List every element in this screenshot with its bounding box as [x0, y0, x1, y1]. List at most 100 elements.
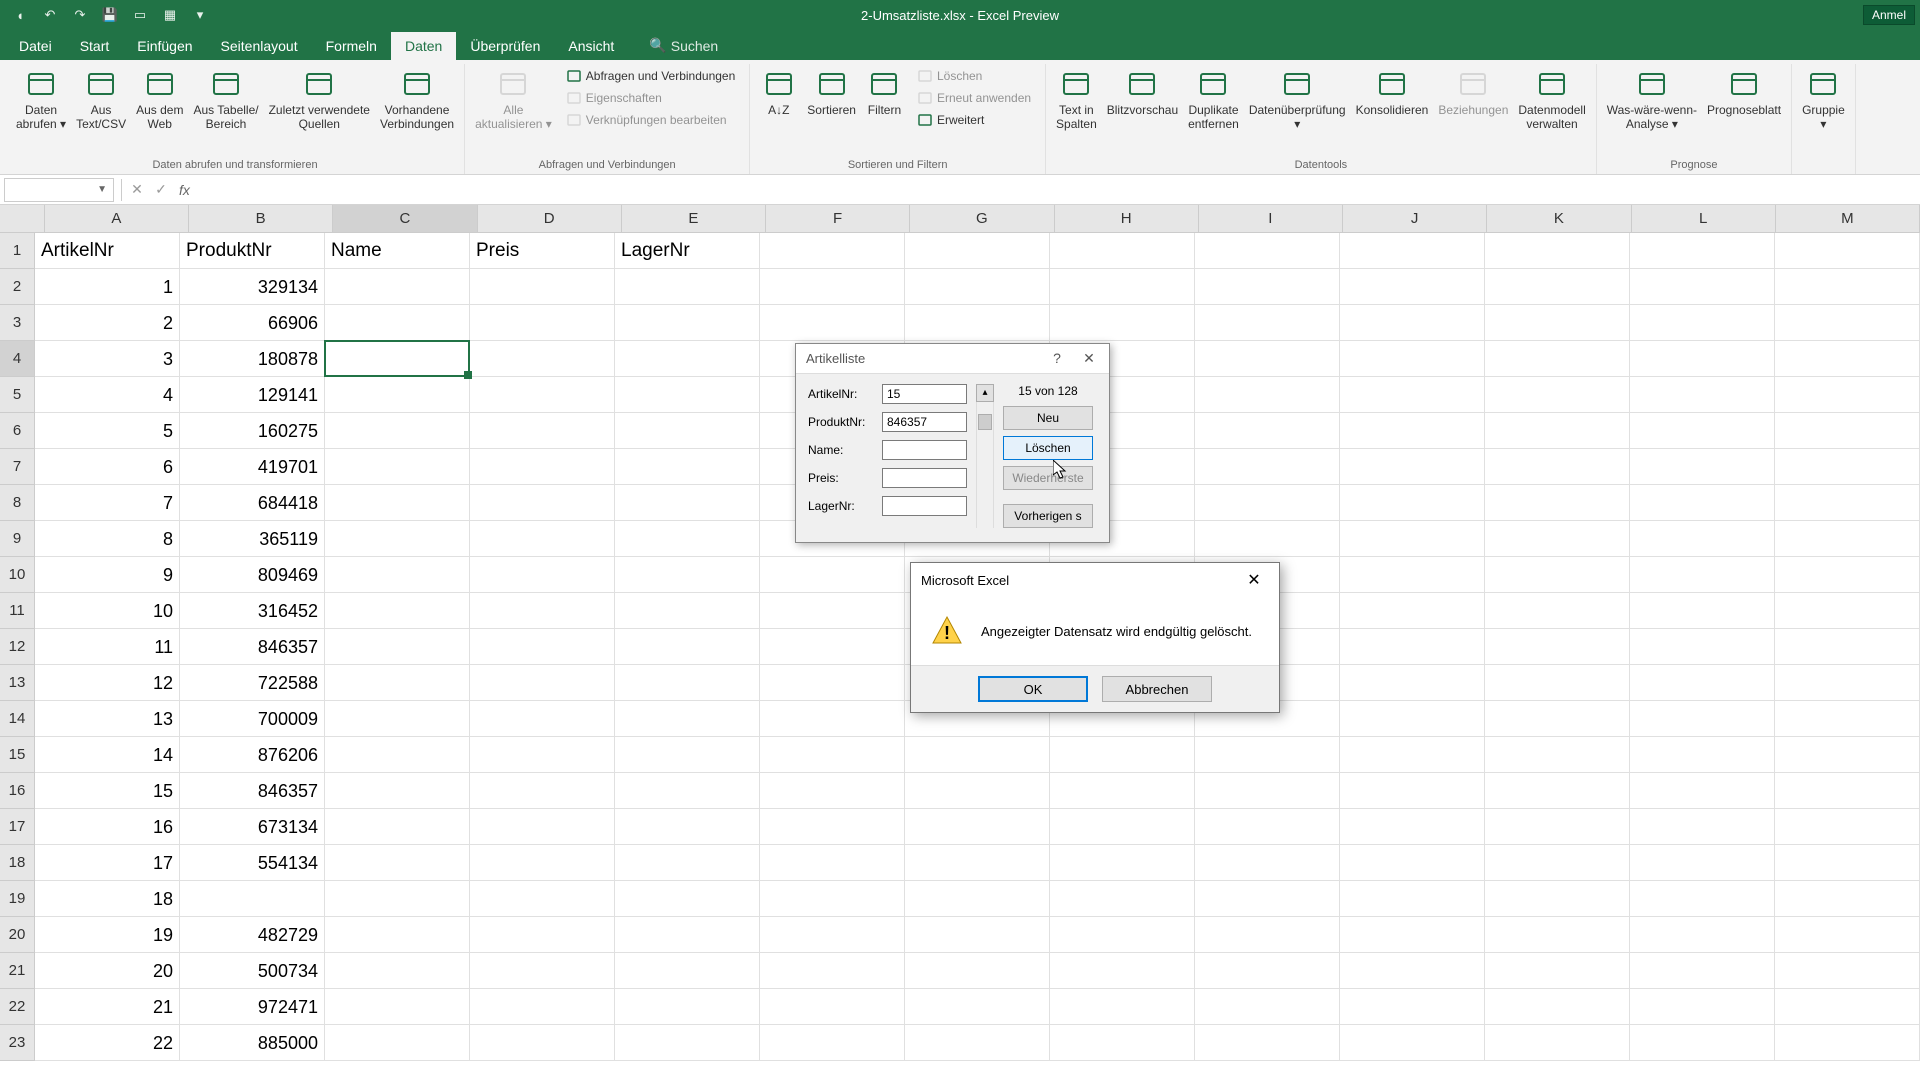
cell[interactable]: ArtikelNr: [35, 233, 180, 269]
cell[interactable]: 4: [35, 377, 180, 413]
row-header[interactable]: 3: [0, 305, 35, 341]
ribbon-button[interactable]: Beziehungen: [1434, 64, 1512, 121]
cell[interactable]: [1340, 341, 1485, 377]
cell[interactable]: [1050, 953, 1195, 989]
cell[interactable]: [905, 989, 1050, 1025]
cell[interactable]: [470, 269, 615, 305]
cell[interactable]: [615, 701, 760, 737]
cell[interactable]: [1775, 557, 1920, 593]
cell[interactable]: [615, 485, 760, 521]
ribbon-button[interactable]: Gruppie▾: [1798, 64, 1849, 136]
cell[interactable]: [470, 449, 615, 485]
cell[interactable]: 846357: [180, 629, 325, 665]
cell[interactable]: [1630, 989, 1775, 1025]
cell[interactable]: [1195, 953, 1340, 989]
previous-button[interactable]: Vorherigen s: [1003, 504, 1093, 528]
ribbon-button[interactable]: Aus demWeb: [132, 64, 187, 136]
cell[interactable]: 19: [35, 917, 180, 953]
cell[interactable]: [1485, 485, 1630, 521]
cell[interactable]: [470, 953, 615, 989]
cell[interactable]: [1630, 269, 1775, 305]
cell[interactable]: [1775, 1025, 1920, 1061]
cell[interactable]: [1340, 881, 1485, 917]
cell[interactable]: [1630, 953, 1775, 989]
cell[interactable]: [1775, 737, 1920, 773]
cell[interactable]: 885000: [180, 1025, 325, 1061]
cell[interactable]: 2: [35, 305, 180, 341]
cell[interactable]: [1485, 341, 1630, 377]
cell[interactable]: [1630, 413, 1775, 449]
row-header[interactable]: 9: [0, 521, 35, 557]
row-header[interactable]: 13: [0, 665, 35, 701]
cell[interactable]: [1485, 557, 1630, 593]
cell[interactable]: [905, 1025, 1050, 1061]
cell[interactable]: [325, 449, 470, 485]
ribbon-small-button[interactable]: Abfragen und Verbindungen: [562, 66, 739, 86]
cell[interactable]: [1195, 809, 1340, 845]
cell[interactable]: [1195, 773, 1340, 809]
cell[interactable]: [1340, 305, 1485, 341]
cell[interactable]: [325, 557, 470, 593]
cell[interactable]: [325, 989, 470, 1025]
cell[interactable]: [615, 1025, 760, 1061]
cell[interactable]: 15: [35, 773, 180, 809]
cell[interactable]: [1775, 953, 1920, 989]
cell[interactable]: [905, 737, 1050, 773]
cell[interactable]: [1195, 233, 1340, 269]
cell[interactable]: 12: [35, 665, 180, 701]
cell[interactable]: [1050, 1025, 1195, 1061]
row-header[interactable]: 16: [0, 773, 35, 809]
cell[interactable]: 684418: [180, 485, 325, 521]
cell[interactable]: [1775, 377, 1920, 413]
column-header[interactable]: A: [45, 205, 189, 233]
cell[interactable]: [1195, 737, 1340, 773]
cell[interactable]: 419701: [180, 449, 325, 485]
cell[interactable]: [1340, 773, 1485, 809]
cell[interactable]: [1485, 449, 1630, 485]
cell[interactable]: [1775, 449, 1920, 485]
cell[interactable]: [325, 413, 470, 449]
cell[interactable]: [760, 665, 905, 701]
close-icon[interactable]: ✕: [1239, 570, 1269, 590]
cell[interactable]: [1485, 809, 1630, 845]
cell[interactable]: [1050, 269, 1195, 305]
ribbon-small-button[interactable]: Löschen: [913, 66, 1035, 86]
scroll-up-button[interactable]: ▴: [976, 384, 994, 402]
cell[interactable]: [905, 953, 1050, 989]
cell[interactable]: 722588: [180, 665, 325, 701]
cell[interactable]: [1775, 773, 1920, 809]
column-header[interactable]: L: [1632, 205, 1776, 233]
ribbon-button[interactable]: Text inSpalten: [1052, 64, 1101, 136]
cell[interactable]: [760, 881, 905, 917]
cell[interactable]: [470, 557, 615, 593]
cell[interactable]: [1195, 521, 1340, 557]
ribbon-small-button[interactable]: Erneut anwenden: [913, 88, 1035, 108]
cell[interactable]: [1775, 521, 1920, 557]
cell[interactable]: 14: [35, 737, 180, 773]
ribbon-button[interactable]: Was-wäre-wenn-Analyse ▾: [1603, 64, 1701, 136]
cell[interactable]: [615, 413, 760, 449]
cell[interactable]: [760, 593, 905, 629]
cell[interactable]: 17: [35, 845, 180, 881]
cell[interactable]: [325, 773, 470, 809]
search-box[interactable]: 🔍 Suchen: [643, 31, 724, 60]
print-button[interactable]: ▦: [160, 5, 180, 25]
column-header[interactable]: K: [1487, 205, 1631, 233]
cell[interactable]: [1050, 989, 1195, 1025]
cell[interactable]: [1340, 593, 1485, 629]
cell[interactable]: [325, 521, 470, 557]
column-header[interactable]: M: [1776, 205, 1920, 233]
cell[interactable]: [760, 233, 905, 269]
cell[interactable]: [470, 485, 615, 521]
cell[interactable]: [905, 881, 1050, 917]
cell[interactable]: [1195, 881, 1340, 917]
cell[interactable]: [470, 989, 615, 1025]
row-header[interactable]: 19: [0, 881, 35, 917]
chevron-down-icon[interactable]: ▼: [97, 184, 107, 195]
cell[interactable]: [1630, 557, 1775, 593]
cell[interactable]: 554134: [180, 845, 325, 881]
redo-button[interactable]: ↷: [70, 5, 90, 25]
cell[interactable]: [470, 377, 615, 413]
cell[interactable]: [1340, 485, 1485, 521]
cell[interactable]: [1340, 413, 1485, 449]
